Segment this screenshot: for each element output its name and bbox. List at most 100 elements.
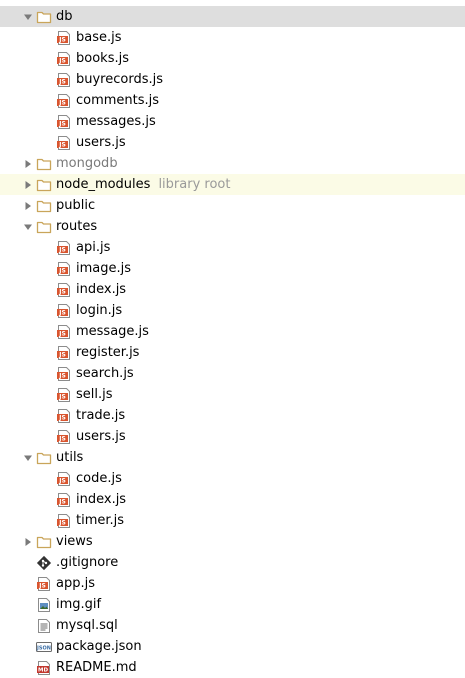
arrow-spacer: [40, 69, 56, 90]
arrow-spacer: [40, 321, 56, 342]
arrow-spacer: [40, 27, 56, 48]
svg-text:JS: JS: [58, 309, 66, 316]
arrow-spacer: [40, 48, 56, 69]
folder-icon: [36, 450, 52, 466]
tree-file-routes-search-js[interactable]: JS search.js: [0, 363, 465, 384]
tree-file-routes-index-js[interactable]: JS index.js: [0, 279, 465, 300]
folder-icon: [36, 156, 52, 172]
tree-item-label: timer.js: [76, 513, 125, 528]
tree-item-label: code.js: [76, 471, 122, 486]
tree-file-routes-trade-js[interactable]: JS trade.js: [0, 405, 465, 426]
tree-file-db-buyrecords-js[interactable]: JS buyrecords.js: [0, 69, 465, 90]
js-file-icon: JS: [56, 324, 72, 340]
folder-icon: [36, 9, 52, 25]
svg-text:JS: JS: [58, 141, 66, 148]
svg-text:JS: JS: [58, 57, 66, 64]
chevron-right-icon[interactable]: [20, 195, 36, 216]
tree-item-label: index.js: [76, 492, 127, 507]
arrow-spacer: [40, 132, 56, 153]
tree-folder-db[interactable]: db: [0, 6, 465, 27]
tree-file-db-messages-js[interactable]: JS messages.js: [0, 111, 465, 132]
tree-item-label: comments.js: [76, 93, 160, 108]
tree-item-label: db: [56, 9, 73, 24]
tree-folder-routes[interactable]: routes: [0, 216, 465, 237]
svg-text:JSON: JSON: [36, 645, 51, 651]
js-file-icon: JS: [56, 93, 72, 109]
project-tree: db JS base.js JS books.js JS buyrecords.js JS co…: [0, 0, 465, 676]
chevron-down-icon[interactable]: [20, 216, 36, 237]
tree-item-label: buyrecords.js: [76, 72, 164, 87]
js-file-icon: JS: [56, 492, 72, 508]
tree-file-img-gif[interactable]: img.gif: [0, 594, 465, 615]
chevron-down-icon[interactable]: [20, 447, 36, 468]
tree-item-label: node_modules: [56, 177, 151, 192]
arrow-spacer: [40, 342, 56, 363]
tree-file-db-base-js[interactable]: JS base.js: [0, 27, 465, 48]
arrow-spacer: [40, 279, 56, 300]
markdown-file-icon: MD: [36, 660, 52, 676]
arrow-spacer: [40, 489, 56, 510]
tree-item-label: views: [56, 534, 93, 549]
arrow-spacer: [40, 426, 56, 447]
arrow-spacer: [20, 615, 36, 636]
js-file-icon: JS: [56, 387, 72, 403]
js-file-icon: JS: [56, 72, 72, 88]
tree-file-app-js[interactable]: JS app.js: [0, 573, 465, 594]
tree-folder-node-modules[interactable]: node_modules library root: [0, 174, 465, 195]
tree-item-label: package.json: [56, 639, 142, 654]
svg-text:JS: JS: [58, 288, 66, 295]
tree-file-routes-register-js[interactable]: JS register.js: [0, 342, 465, 363]
js-file-icon: JS: [56, 114, 72, 130]
chevron-right-icon[interactable]: [20, 531, 36, 552]
tree-file-db-books-js[interactable]: JS books.js: [0, 48, 465, 69]
js-file-icon: JS: [36, 576, 52, 592]
svg-text:JS: JS: [58, 414, 66, 421]
tree-item-label: app.js: [56, 576, 95, 591]
tree-folder-utils[interactable]: utils: [0, 447, 465, 468]
chevron-right-icon[interactable]: [20, 174, 36, 195]
tree-file-routes-message-js[interactable]: JS message.js: [0, 321, 465, 342]
tree-file-routes-image-js[interactable]: JS image.js: [0, 258, 465, 279]
tree-file-routes-login-js[interactable]: JS login.js: [0, 300, 465, 321]
tree-file-db-users-js[interactable]: JS users.js: [0, 132, 465, 153]
tree-file-routes-api-js[interactable]: JS api.js: [0, 237, 465, 258]
tree-file-readme-md[interactable]: MD README.md: [0, 657, 465, 678]
svg-text:JS: JS: [58, 120, 66, 127]
arrow-spacer: [40, 384, 56, 405]
arrow-spacer: [40, 237, 56, 258]
svg-text:JS: JS: [58, 246, 66, 253]
tree-item-label: sell.js: [76, 387, 113, 402]
js-file-icon: JS: [56, 513, 72, 529]
arrow-spacer: [20, 636, 36, 657]
arrow-spacer: [40, 258, 56, 279]
tree-item-label: mongodb: [56, 156, 118, 171]
tree-file-db-comments-js[interactable]: JS comments.js: [0, 90, 465, 111]
tree-item-label: routes: [56, 219, 98, 234]
svg-text:MD: MD: [38, 667, 48, 673]
tree-item-label: image.js: [76, 261, 132, 276]
js-file-icon: JS: [56, 135, 72, 151]
tree-file-routes-users-js[interactable]: JS users.js: [0, 426, 465, 447]
tree-folder-mongodb[interactable]: mongodb: [0, 153, 465, 174]
tree-item-label: users.js: [76, 429, 126, 444]
js-file-icon: JS: [56, 240, 72, 256]
tree-file-utils-timer-js[interactable]: JS timer.js: [0, 510, 465, 531]
tree-file-package-json[interactable]: JSON package.json: [0, 636, 465, 657]
arrow-spacer: [40, 468, 56, 489]
tree-file-gitignore[interactable]: .gitignore: [0, 552, 465, 573]
svg-text:JS: JS: [58, 519, 66, 526]
tree-item-label: .gitignore: [56, 555, 119, 570]
js-file-icon: JS: [56, 51, 72, 67]
tree-file-routes-sell-js[interactable]: JS sell.js: [0, 384, 465, 405]
tree-folder-public[interactable]: public: [0, 195, 465, 216]
tree-file-utils-code-js[interactable]: JS code.js: [0, 468, 465, 489]
svg-text:JS: JS: [58, 99, 66, 106]
arrow-spacer: [20, 657, 36, 678]
tree-item-label: messages.js: [76, 114, 156, 129]
tree-file-utils-index-js[interactable]: JS index.js: [0, 489, 465, 510]
tree-file-mysql-sql[interactable]: mysql.sql: [0, 615, 465, 636]
tree-folder-views[interactable]: views: [0, 531, 465, 552]
arrow-spacer: [40, 405, 56, 426]
chevron-right-icon[interactable]: [20, 153, 36, 174]
chevron-down-icon[interactable]: [20, 6, 36, 27]
